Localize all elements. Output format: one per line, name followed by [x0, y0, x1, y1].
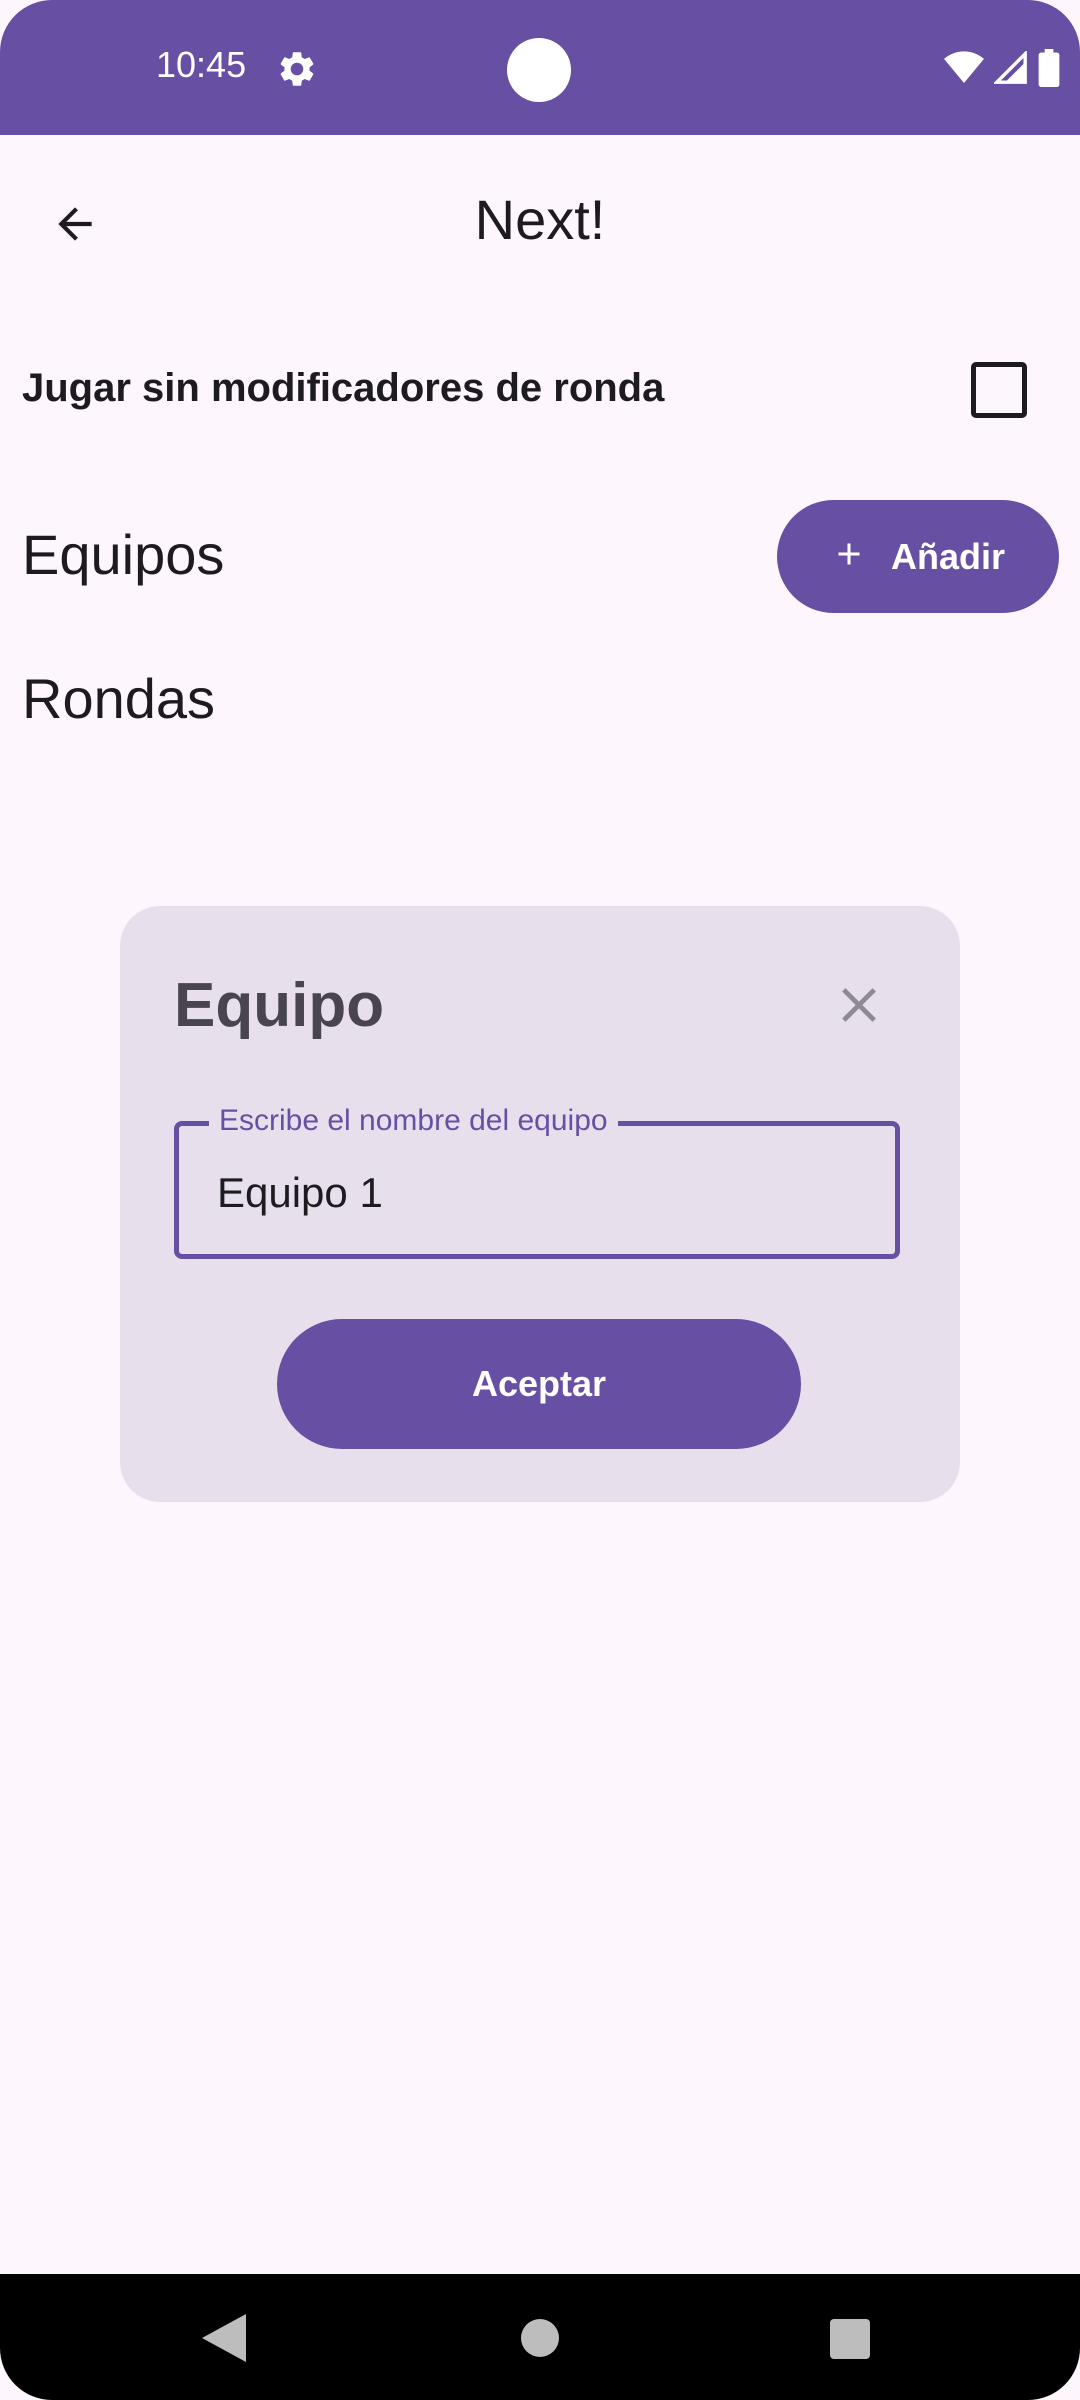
- rounds-section-title: Rondas: [22, 667, 216, 730]
- add-team-button-label: Añadir: [890, 535, 1005, 577]
- close-icon[interactable]: [830, 976, 888, 1034]
- camera-cutout: [507, 38, 571, 102]
- status-icons: [944, 48, 1060, 88]
- team-dialog: Equipo Escribe el nombre del equipo Equi…: [120, 906, 960, 1502]
- signal-icon: [994, 51, 1027, 84]
- add-team-button[interactable]: Añadir: [777, 500, 1059, 613]
- teams-section-title: Equipos: [22, 523, 225, 586]
- wifi-icon: [944, 51, 984, 83]
- nav-back-icon[interactable]: [202, 2314, 246, 2362]
- accept-button[interactable]: Aceptar: [277, 1319, 801, 1449]
- battery-icon: [1038, 49, 1060, 87]
- no-round-modifiers-checkbox[interactable]: [971, 362, 1027, 418]
- plus-icon: [831, 533, 867, 581]
- gear-icon: [276, 48, 318, 90]
- nav-home-icon[interactable]: [521, 2319, 559, 2357]
- status-time: 10:45: [156, 44, 247, 85]
- team-name-input[interactable]: Equipo 1: [217, 1169, 383, 1217]
- system-nav-bar: [0, 2274, 1080, 2400]
- team-name-field-label: Escribe el nombre del equipo: [209, 1104, 618, 1138]
- page-title: Next!: [474, 188, 606, 251]
- status-bar: 10:45: [0, 0, 1080, 135]
- top-app-bar: Next!: [0, 135, 1080, 305]
- no-round-modifiers-label: Jugar sin modificadores de ronda: [22, 366, 665, 410]
- dialog-title: Equipo: [174, 971, 385, 1040]
- nav-recents-icon[interactable]: [830, 2319, 870, 2359]
- team-name-field[interactable]: Escribe el nombre del equipo Equipo 1: [174, 1104, 900, 1259]
- no-round-modifiers-row[interactable]: Jugar sin modificadores de ronda: [0, 350, 1080, 430]
